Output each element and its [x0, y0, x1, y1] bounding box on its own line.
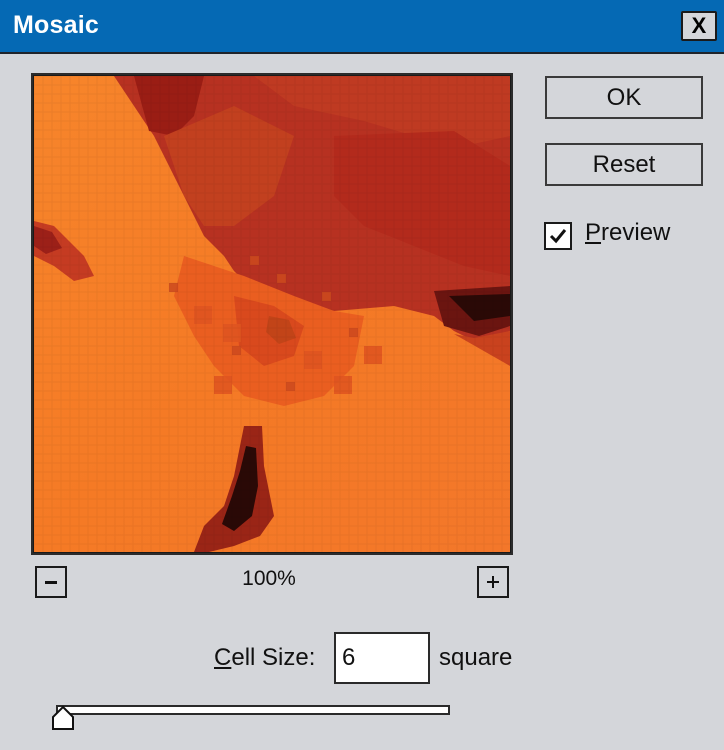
title-bar: Mosaic X — [0, 0, 724, 54]
slider-thumb-icon[interactable] — [51, 705, 75, 731]
close-button[interactable]: X — [681, 11, 717, 41]
mosaic-preview-image — [34, 76, 510, 552]
close-icon: X — [691, 13, 707, 38]
preview-label[interactable]: Preview — [585, 219, 670, 247]
reset-button[interactable]: Reset — [545, 143, 703, 186]
checkmark-icon — [549, 229, 567, 244]
zoom-out-button[interactable] — [35, 566, 67, 598]
preview-pane[interactable] — [31, 73, 513, 555]
cell-size-input[interactable]: 6 — [334, 632, 430, 684]
cell-size-label: Cell Size: — [214, 644, 316, 671]
dialog-title: Mosaic — [13, 11, 99, 39]
cell-size-unit: square — [439, 644, 513, 671]
zoom-in-button[interactable] — [477, 566, 509, 598]
cell-size-slider-track[interactable] — [56, 705, 450, 715]
ok-button[interactable]: OK — [545, 76, 703, 119]
minus-icon — [45, 581, 57, 584]
plus-icon — [487, 576, 499, 588]
zoom-level-label: 100% — [242, 567, 296, 590]
preview-checkbox[interactable] — [544, 222, 572, 250]
